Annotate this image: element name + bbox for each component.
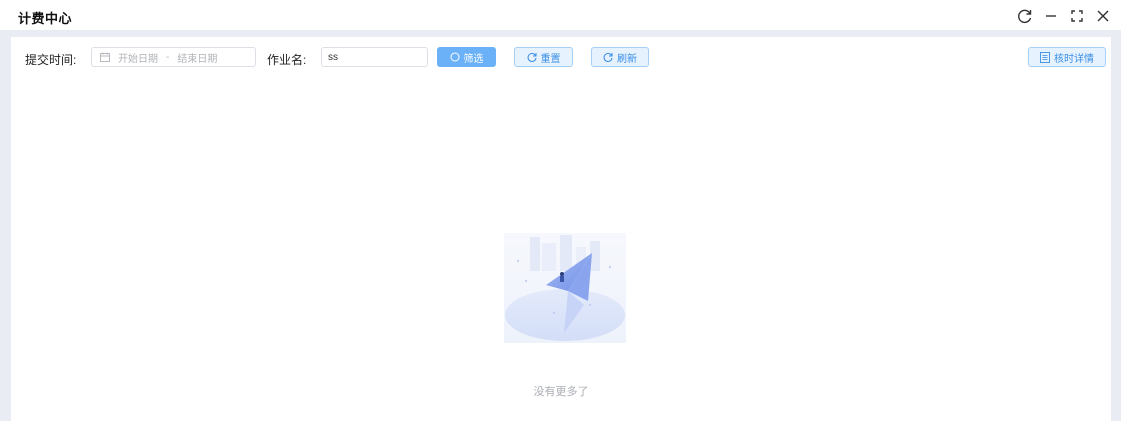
hours-detail-button-label: 核时详情 — [1054, 53, 1094, 65]
maximize-icon — [1071, 10, 1083, 22]
search-icon — [450, 52, 459, 62]
window-title: 计费中心 — [18, 11, 73, 26]
window-controls — [1011, 4, 1115, 28]
window-refresh-button[interactable] — [1013, 4, 1037, 28]
job-name-input[interactable] — [321, 47, 428, 67]
content-panel: 提交时间: 开始日期 - 结束日期 作业名: 筛选 — [11, 37, 1111, 421]
job-name-label: 作业名: — [267, 53, 307, 67]
empty-state-message: 没有更多了 — [533, 386, 589, 398]
reset-icon — [527, 53, 536, 62]
submit-time-label: 提交时间: — [25, 53, 77, 67]
end-date-input[interactable]: 结束日期 — [177, 50, 217, 65]
refresh-icon — [1018, 9, 1032, 24]
filter-button-label: 筛选 — [463, 53, 484, 65]
paper-plane-illustration — [504, 233, 626, 343]
refresh-icon — [603, 53, 613, 62]
calendar-icon — [100, 52, 110, 62]
content-frame: 提交时间: 开始日期 - 结束日期 作业名: 筛选 — [0, 30, 1121, 421]
filter-button[interactable]: 筛选 — [437, 47, 496, 67]
window-minimize-button[interactable] — [1039, 4, 1063, 28]
date-range-picker[interactable]: 开始日期 - 结束日期 — [91, 47, 256, 67]
filter-toolbar: 提交时间: 开始日期 - 结束日期 作业名: 筛选 — [11, 37, 1111, 77]
reset-button[interactable]: 重置 — [514, 47, 573, 67]
minimize-icon — [1046, 15, 1056, 17]
window-close-button[interactable] — [1091, 4, 1115, 28]
close-icon — [1097, 10, 1109, 22]
hours-detail-button[interactable]: 核时详情 — [1028, 47, 1106, 67]
window-maximize-button[interactable] — [1065, 4, 1089, 28]
start-date-input[interactable]: 开始日期 — [118, 50, 158, 65]
refresh-button[interactable]: 刷新 — [591, 47, 649, 67]
document-icon — [1040, 51, 1050, 63]
refresh-button-label: 刷新 — [617, 53, 637, 65]
reset-button-label: 重置 — [540, 53, 561, 65]
title-bar: 计费中心 — [0, 0, 1121, 30]
date-separator: - — [166, 51, 170, 63]
